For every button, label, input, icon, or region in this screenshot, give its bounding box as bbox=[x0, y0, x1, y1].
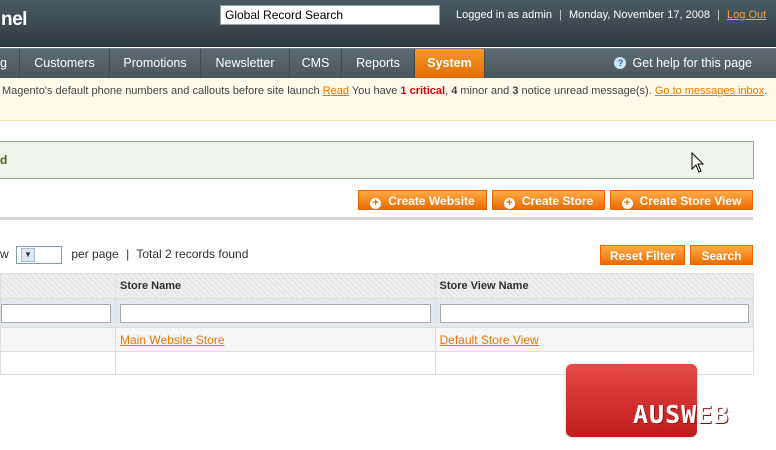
search-button[interactable]: Search bbox=[690, 245, 753, 265]
pager-prefix: w bbox=[0, 247, 9, 262]
header-info: Logged in as admin | Monday, November 17… bbox=[456, 9, 766, 21]
nav-item-customers[interactable]: Customers bbox=[20, 49, 110, 78]
messages-inbox-link[interactable]: Go to messages inbox bbox=[655, 85, 764, 97]
store-view-filter-input[interactable] bbox=[439, 303, 749, 323]
store-view-link[interactable]: Default Store View bbox=[440, 333, 539, 347]
chevron-down-icon: ▼ bbox=[21, 248, 36, 262]
nav-item-promotions[interactable]: Promotions bbox=[110, 49, 201, 78]
success-message: d bbox=[0, 141, 754, 179]
minor-count: 4 bbox=[451, 85, 458, 97]
create-store-view-button[interactable]: + Create Store View bbox=[610, 190, 753, 210]
divider bbox=[0, 217, 753, 220]
plus-icon: + bbox=[503, 198, 515, 209]
column-header-store-view-name[interactable]: Store View Name bbox=[434, 273, 754, 299]
plus-icon: + bbox=[621, 198, 633, 209]
table-row[interactable]: Main Website Store Default Store View bbox=[0, 327, 754, 352]
store-name-cell: Main Website Store bbox=[115, 327, 436, 352]
button-label: Create Store View bbox=[639, 194, 742, 208]
message-bar: Magento's default phone numbers and call… bbox=[0, 78, 776, 121]
system-message: Magento's default phone numbers and call… bbox=[2, 85, 767, 97]
success-text: d bbox=[0, 153, 8, 167]
empty-cell bbox=[115, 351, 436, 375]
mouse-cursor-icon bbox=[691, 152, 705, 173]
column-header-store-name[interactable]: Store Name bbox=[115, 273, 436, 299]
critical-count: 1 critical bbox=[400, 85, 446, 97]
read-link[interactable]: Read bbox=[323, 85, 349, 97]
create-website-button[interactable]: + Create Website bbox=[358, 190, 487, 210]
store-name-link[interactable]: Main Website Store bbox=[120, 333, 225, 347]
filter-cell bbox=[115, 298, 436, 328]
button-label: Create Store bbox=[521, 194, 594, 208]
store-name-filter-input[interactable] bbox=[120, 303, 431, 323]
main-nav: g Customers Promotions Newsletter CMS Re… bbox=[0, 48, 776, 78]
pager: w 20 ▼ per page | Total 2 records found bbox=[0, 246, 248, 264]
nav-item-reports[interactable]: Reports bbox=[342, 49, 415, 78]
nav-item-dashboard[interactable]: g bbox=[0, 49, 20, 78]
help-icon: ? bbox=[614, 57, 627, 69]
nav-item-cms[interactable]: CMS bbox=[290, 49, 342, 78]
separator: | bbox=[126, 247, 130, 262]
help-link[interactable]: ? Get help for this page bbox=[614, 49, 752, 78]
notice-count: 3 bbox=[512, 85, 519, 97]
per-page-select[interactable]: 20 ▼ bbox=[16, 246, 63, 264]
button-label: Create Website bbox=[388, 194, 475, 208]
separator: | bbox=[717, 9, 720, 21]
logout-link[interactable]: Log Out bbox=[727, 9, 766, 21]
filter-cell bbox=[0, 298, 116, 328]
help-label: Get help for this page bbox=[632, 56, 752, 70]
stores-grid: Store Name Store View Name Main Website … bbox=[0, 273, 754, 375]
reset-filter-button[interactable]: Reset Filter bbox=[600, 245, 685, 265]
logo: nel bbox=[1, 9, 27, 30]
website-cell bbox=[0, 327, 116, 352]
nav-item-system[interactable]: System bbox=[415, 49, 485, 78]
message-text: . bbox=[764, 85, 768, 97]
date-text: Monday, November 17, 2008 bbox=[569, 9, 711, 21]
message-text: notice unread message(s). bbox=[521, 85, 652, 97]
plus-icon: + bbox=[370, 198, 382, 209]
empty-cell bbox=[0, 351, 116, 375]
message-text: , bbox=[445, 85, 449, 97]
watermark-text: AUSWEB bbox=[633, 400, 730, 429]
website-filter-input[interactable] bbox=[1, 303, 111, 323]
logged-in-text: Logged in as admin bbox=[456, 9, 553, 21]
message-text: Magento's default phone numbers and call… bbox=[2, 85, 320, 97]
nav-item-newsletter[interactable]: Newsletter bbox=[201, 49, 290, 78]
create-store-button[interactable]: + Create Store bbox=[492, 190, 605, 210]
column-header-website[interactable] bbox=[0, 273, 116, 299]
global-search-input[interactable]: Global Record Search bbox=[220, 5, 440, 25]
message-text: minor and bbox=[460, 85, 510, 97]
total-records: Total 2 records found bbox=[136, 247, 249, 262]
per-page-label: per page bbox=[71, 247, 119, 262]
filter-cell bbox=[434, 298, 754, 328]
header: nel Global Record Search Logged in as ad… bbox=[0, 0, 776, 47]
message-text: You have bbox=[351, 85, 398, 97]
separator: | bbox=[559, 9, 562, 21]
store-view-cell: Default Store View bbox=[434, 327, 754, 352]
